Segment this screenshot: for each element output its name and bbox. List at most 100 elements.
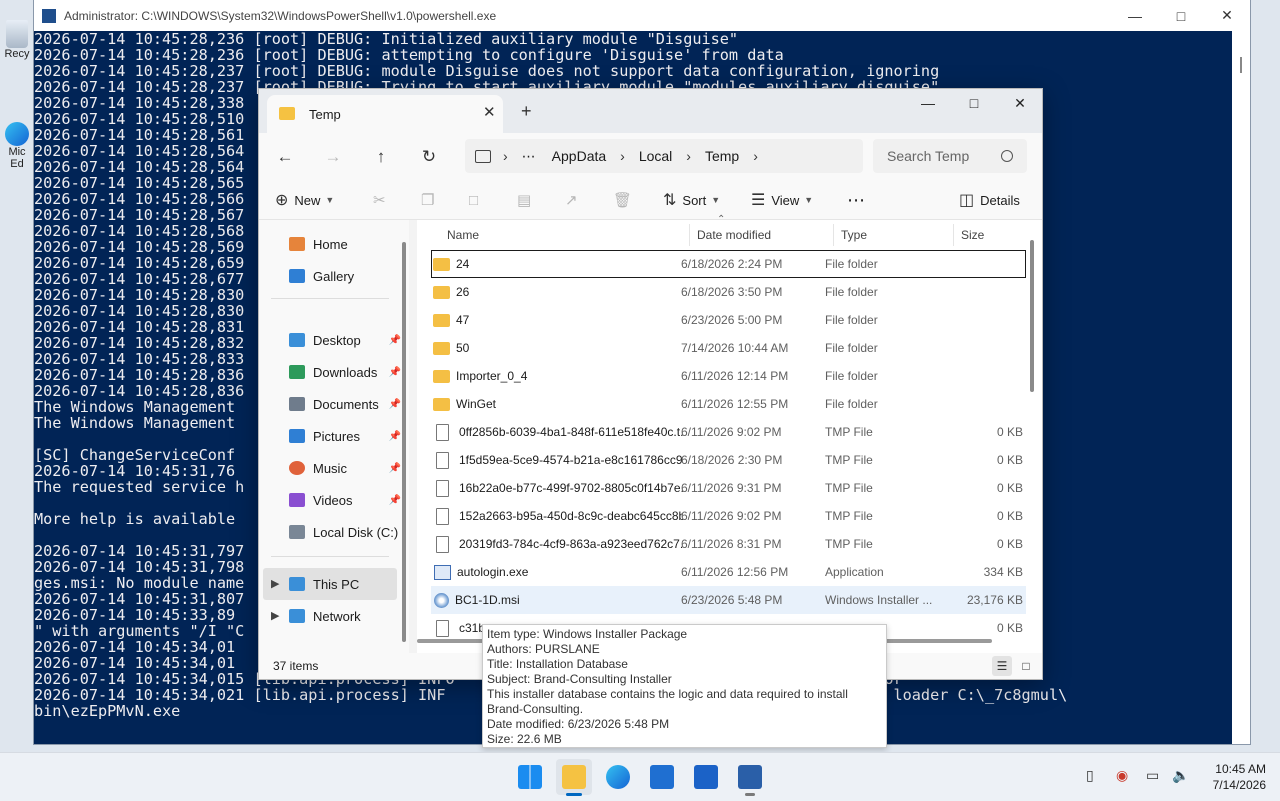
sidebar-item-local-disk[interactable]: Local Disk (C:) bbox=[289, 516, 401, 548]
sort-button[interactable]: ⇅ Sort ▼ bbox=[663, 181, 720, 219]
file-row[interactable]: 50 7/14/2026 10:44 AM File folder bbox=[431, 334, 1026, 362]
file-row[interactable]: 24 6/18/2026 2:24 PM File folder bbox=[431, 250, 1026, 278]
details-view-button[interactable]: ☰ bbox=[992, 656, 1012, 676]
close-button[interactable]: ✕ bbox=[1204, 0, 1250, 31]
file-date: 6/11/2026 12:56 PM bbox=[681, 565, 789, 579]
file-size: 23,176 KB bbox=[966, 593, 1023, 607]
up-button[interactable]: ↑ bbox=[367, 143, 395, 171]
security-alert-icon[interactable]: ◉ bbox=[1116, 767, 1128, 784]
taskbar-file-explorer[interactable] bbox=[556, 759, 592, 796]
tab-temp[interactable]: Temp ✕ bbox=[267, 95, 503, 133]
column-header-date[interactable]: Date modified bbox=[697, 220, 771, 250]
navigation-pane-scrollbar[interactable] bbox=[402, 242, 406, 642]
forward-button[interactable]: → bbox=[319, 143, 347, 171]
chevron-right-icon[interactable]: › bbox=[753, 148, 758, 164]
search-box[interactable]: Search Temp bbox=[873, 139, 1027, 173]
sidebar-item-desktop[interactable]: Desktop 📌 bbox=[289, 324, 401, 356]
copy-icon[interactable]: ❐ bbox=[421, 181, 434, 219]
search-input[interactable]: Search Temp bbox=[887, 148, 1001, 164]
rename-icon[interactable]: ▤ bbox=[517, 181, 531, 219]
sidebar-item-gallery[interactable]: Gallery bbox=[289, 260, 401, 292]
cut-icon[interactable]: ✂ bbox=[373, 181, 386, 219]
sidebar-item-pictures[interactable]: Pictures 📌 bbox=[289, 420, 401, 452]
taskbar-store[interactable] bbox=[644, 759, 680, 795]
console-line: ges.msi: No module name bbox=[34, 574, 245, 592]
maximize-button[interactable]: □ bbox=[1158, 0, 1204, 31]
desktop-recycle-bin-icon[interactable]: Recy bbox=[0, 14, 34, 74]
tooltip-size: Size: 22.6 MB bbox=[487, 732, 562, 746]
close-button[interactable]: ✕ bbox=[997, 89, 1042, 117]
close-tab-icon[interactable]: ✕ bbox=[483, 103, 496, 121]
chevron-right-icon[interactable]: ▶ bbox=[271, 577, 279, 590]
file-row[interactable]: 47 6/23/2026 5:00 PM File folder bbox=[431, 306, 1026, 334]
details-pane-button[interactable]: ◫ Details bbox=[959, 181, 1020, 219]
more-locations-button[interactable]: ⋯ bbox=[522, 148, 536, 165]
file-list-scrollbar[interactable] bbox=[1030, 240, 1034, 392]
address-bar[interactable]: › ⋯ AppData › Local › Temp › bbox=[465, 139, 863, 173]
more-options-button[interactable]: ⋯ bbox=[847, 181, 865, 219]
sidebar-item-label: Network bbox=[313, 608, 361, 624]
column-divider[interactable] bbox=[953, 224, 954, 246]
breadcrumb-temp[interactable]: Temp bbox=[705, 148, 739, 164]
file-row[interactable]: Importer_0_4 6/11/2026 12:14 PM File folde… bbox=[431, 362, 1026, 390]
column-header-name[interactable]: Name bbox=[447, 220, 479, 250]
desktop-edge-shortcut[interactable]: Mic Ed bbox=[0, 118, 34, 188]
file-row[interactable]: 152a2663-b95a-450d-8c9c-deabc645cc8b... 6… bbox=[431, 502, 1026, 530]
sidebar-item-documents[interactable]: Documents 📌 bbox=[289, 388, 401, 420]
sort-label: Sort bbox=[682, 192, 707, 208]
volume-muted-icon[interactable]: 🔈 bbox=[1172, 767, 1189, 784]
column-header-size[interactable]: Size bbox=[961, 220, 984, 250]
chevron-right-icon[interactable]: ▶ bbox=[271, 609, 279, 622]
new-tab-button[interactable]: + bbox=[521, 101, 532, 122]
large-icons-view-button[interactable]: □ bbox=[1016, 656, 1036, 676]
column-header-type[interactable]: Type bbox=[841, 220, 867, 250]
paste-icon[interactable]: □ bbox=[469, 181, 478, 219]
back-button[interactable]: ← bbox=[271, 143, 299, 171]
sidebar-item-videos[interactable]: Videos 📌 bbox=[289, 484, 401, 516]
column-divider[interactable] bbox=[689, 224, 690, 246]
new-button[interactable]: ⊕ New ▼ bbox=[275, 181, 334, 219]
sidebar-item-network[interactable]: Network bbox=[289, 600, 401, 632]
start-button[interactable] bbox=[512, 759, 548, 795]
file-type: TMP File bbox=[825, 453, 873, 467]
file-row[interactable]: 26 6/18/2026 3:50 PM File folder bbox=[431, 278, 1026, 306]
maximize-button[interactable]: □ bbox=[951, 89, 997, 117]
powershell-scrollbar[interactable] bbox=[1232, 31, 1250, 744]
file-row[interactable]: 20319fd3-784c-4cf9-863a-a923eed762c7.t..… bbox=[431, 530, 1026, 558]
column-divider[interactable] bbox=[833, 224, 834, 246]
file-row[interactable]: 16b22a0e-b77c-499f-9702-8805c0f14b7e....… bbox=[431, 474, 1026, 502]
file-row[interactable]: autologin.exe 6/11/2026 12:56 PM Applicati… bbox=[431, 558, 1026, 586]
file-row[interactable]: 1f5d59ea-5ce9-4574-b21a-e8c161786cc9....… bbox=[431, 446, 1026, 474]
taskbar-edge[interactable] bbox=[600, 759, 636, 795]
sidebar-item-music[interactable]: Music 📌 bbox=[289, 452, 401, 484]
sidebar-item-this-pc[interactable]: This PC bbox=[289, 568, 401, 600]
file-row[interactable]: 0ff2856b-6039-4ba1-848f-611e518fe40c.t..… bbox=[431, 418, 1026, 446]
file-row[interactable]: BC1-1D.msi 6/23/2026 5:48 PM Windows Insta… bbox=[431, 586, 1026, 614]
breadcrumb-local[interactable]: Local bbox=[639, 148, 672, 164]
sidebar-item-downloads[interactable]: Downloads 📌 bbox=[289, 356, 401, 388]
usb-icon[interactable]: ▯ bbox=[1086, 767, 1094, 784]
taskbar-powershell[interactable] bbox=[732, 759, 768, 796]
delete-icon[interactable]: 🗑 bbox=[613, 181, 632, 219]
document-icon bbox=[436, 619, 449, 637]
clock[interactable]: 10:45 AM 7/14/2026 bbox=[1196, 761, 1266, 793]
taskbar-outlook[interactable] bbox=[688, 759, 724, 795]
console-line: 2026-07-14 10:45:28,564 bbox=[34, 158, 245, 176]
scrollbar-thumb[interactable] bbox=[1240, 57, 1242, 73]
file-explorer-window[interactable]: Temp ✕ + — □ ✕ ← → ↑ ↻ › ⋯ AppData › Loc… bbox=[258, 88, 1043, 680]
network-icon[interactable]: ▭ bbox=[1146, 767, 1159, 784]
chevron-right-icon: › bbox=[620, 148, 625, 164]
powershell-title-bar[interactable]: Administrator: C:\WINDOWS\System32\Windo… bbox=[34, 0, 1250, 31]
sidebar-item-home[interactable]: Home bbox=[289, 228, 401, 260]
file-name: 26 bbox=[456, 285, 470, 299]
file-row[interactable]: WinGet 6/11/2026 12:55 PM File folder bbox=[431, 390, 1026, 418]
view-button[interactable]: ☰ View ▼ bbox=[751, 181, 813, 219]
minimize-button[interactable]: — bbox=[905, 89, 951, 117]
navigation-pane: Home Gallery Desktop 📌 Downloads 📌 Docum… bbox=[259, 220, 409, 653]
minimize-button[interactable]: — bbox=[1112, 0, 1158, 31]
breadcrumb-appdata[interactable]: AppData bbox=[552, 148, 606, 164]
refresh-button[interactable]: ↻ bbox=[415, 143, 443, 171]
share-icon[interactable]: ↗ bbox=[565, 181, 578, 219]
file-date: 6/11/2026 9:31 PM bbox=[681, 481, 782, 495]
console-line: 2026-07-14 10:45:28,833 bbox=[34, 350, 245, 368]
